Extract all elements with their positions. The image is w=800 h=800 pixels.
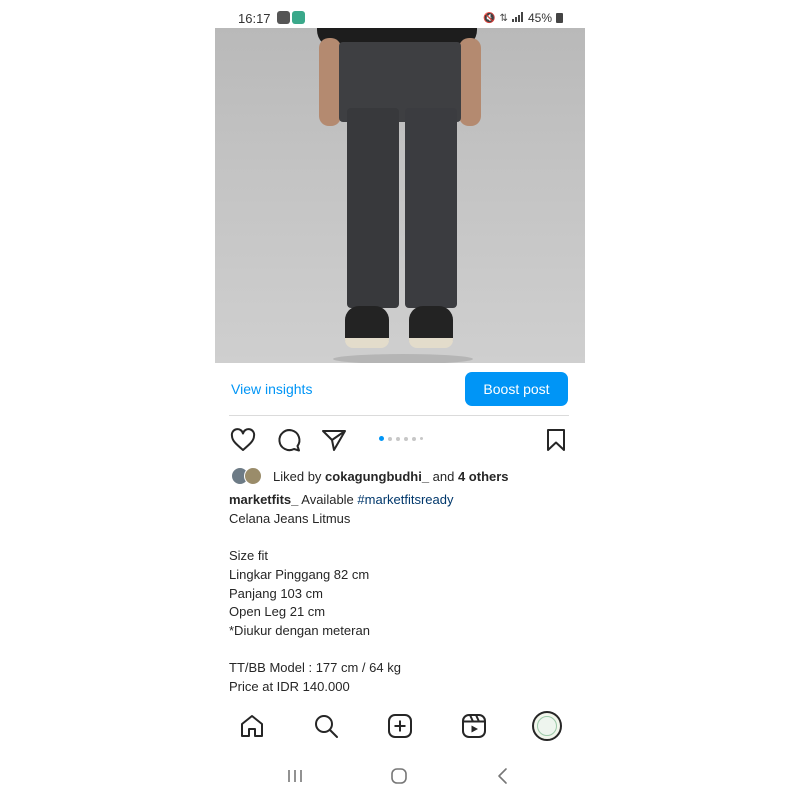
caption-line: Lingkar Pinggang 82 cm: [229, 566, 370, 582]
caption-line: Open Leg 21 cm: [229, 604, 326, 620]
search-icon[interactable]: [311, 711, 341, 741]
status-system-icons: 🔇 ⇅ 45%: [483, 11, 563, 25]
volte-icon: ⇅: [499, 12, 508, 24]
post-actions: [215, 424, 585, 456]
share-send-icon[interactable]: [320, 426, 348, 454]
post-caption: marketfits_ Available #marketfitsready C…: [229, 491, 574, 697]
view-insights-link[interactable]: View insights: [231, 381, 312, 397]
comment-icon[interactable]: [275, 426, 303, 454]
back-icon[interactable]: [493, 766, 513, 786]
shoe-right: [409, 306, 453, 348]
mute-icon: 🔇: [483, 12, 496, 24]
carousel-dot: [404, 436, 408, 441]
caption-line: [229, 641, 574, 660]
status-time: 16:17: [238, 11, 271, 26]
system-navigation-bar: [215, 762, 585, 790]
liker-username[interactable]: cokagungbudhi_: [325, 469, 429, 484]
shoe-left: [345, 306, 389, 348]
boost-post-button[interactable]: Boost post: [465, 372, 568, 406]
like-heart-icon[interactable]: [229, 426, 257, 454]
caption-line: Panjang 103 cm: [229, 585, 323, 601]
carousel-dot: [396, 436, 400, 441]
carousel-indicator: [379, 436, 423, 441]
caption-username[interactable]: marketfits_: [229, 492, 298, 507]
jeans-leg-left: [347, 108, 399, 308]
insights-row: View insights Boost post: [215, 372, 585, 406]
app-icon: [292, 11, 305, 24]
create-icon[interactable]: [385, 711, 415, 741]
recents-icon[interactable]: [285, 766, 305, 786]
caption-line: Size fit: [229, 548, 269, 564]
status-bar: 16:17 🔇 ⇅ 45%: [215, 8, 585, 28]
post-image[interactable]: [215, 28, 585, 363]
carousel-dot-active: [379, 436, 384, 441]
battery-percent: 45%: [527, 11, 552, 25]
caption-line: [229, 528, 574, 547]
home-button-icon[interactable]: [389, 766, 409, 786]
caption-line: TT/BB Model : 177 cm / 64 kg: [229, 660, 401, 676]
home-icon[interactable]: [237, 711, 267, 741]
caption-line: *Diukur dengan meteran: [229, 622, 370, 638]
model-arm-right: [459, 38, 481, 126]
reels-icon[interactable]: [459, 711, 489, 741]
gallery-icon: [277, 11, 290, 24]
battery-icon: [556, 13, 563, 23]
jeans-leg-right: [405, 108, 457, 308]
avatar: [244, 467, 262, 485]
carousel-dot: [412, 436, 416, 441]
save-bookmark-icon[interactable]: [542, 426, 570, 454]
floor-shadow: [333, 354, 473, 363]
avatar: [532, 711, 562, 741]
bottom-navigation: [215, 706, 585, 746]
notification-icons: [277, 11, 305, 24]
signal-icon: [511, 11, 524, 25]
caption-line: Celana Jeans Litmus: [229, 510, 351, 526]
divider: [229, 415, 569, 416]
likes-prefix: Liked by: [273, 468, 326, 484]
caption-text: Available: [298, 492, 358, 507]
likes-and: and: [429, 468, 458, 484]
carousel-dot: [420, 437, 423, 440]
profile-avatar[interactable]: [532, 711, 562, 741]
carousel-dot: [388, 436, 392, 441]
avatar-logo: [537, 716, 557, 736]
instagram-post-screen: 16:17 🔇 ⇅ 45% View insights Boost post L…: [215, 0, 585, 800]
likes-others[interactable]: 4 others: [458, 469, 509, 484]
caption-line: Price at IDR 140.000: [229, 679, 350, 694]
likes-summary[interactable]: Liked by cokagungbudhi_ and 4 others: [231, 466, 509, 486]
caption-hashtag[interactable]: #marketfitsready: [357, 492, 453, 507]
liker-avatars: [231, 467, 267, 485]
model-arm-left: [319, 38, 341, 126]
caption-first-line: marketfits_ Available #marketfitsready: [229, 491, 574, 510]
